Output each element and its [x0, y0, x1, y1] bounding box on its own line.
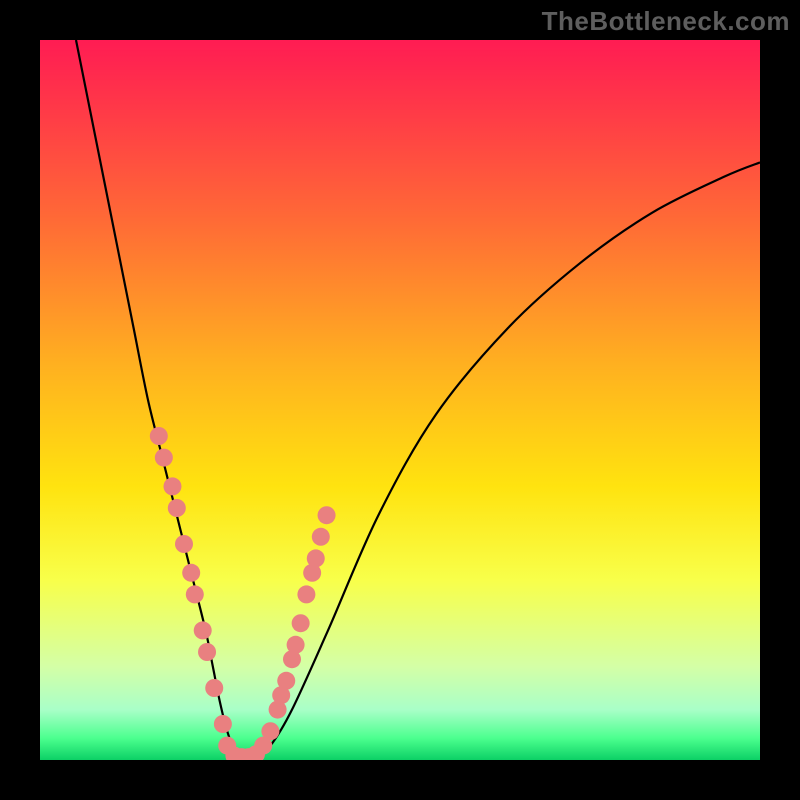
watermark-text: TheBottleneck.com	[542, 6, 790, 37]
chart-container: TheBottleneck.com	[0, 0, 800, 800]
plot-gradient-background	[40, 40, 760, 760]
